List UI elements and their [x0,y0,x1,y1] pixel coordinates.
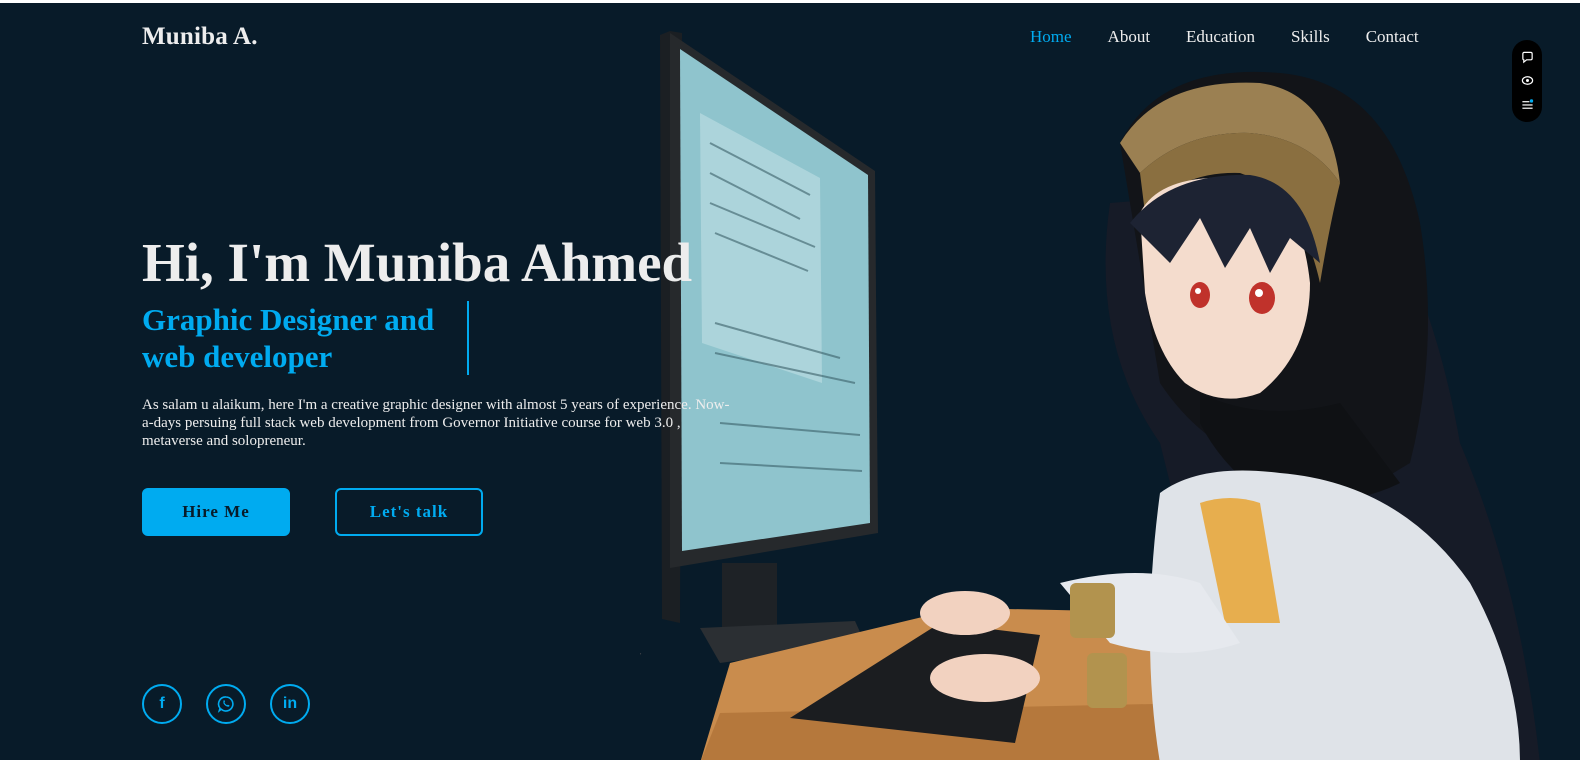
hero-subtitle-line1: Graphic Designer and [142,302,435,337]
site-logo[interactable]: Muniba A. [142,23,258,51]
chat-bubble-icon[interactable] [1519,50,1535,66]
main-nav: Home About Education Skills Contact [1030,27,1455,47]
facebook-link[interactable]: f [142,684,182,724]
nav-contact[interactable]: Contact [1366,27,1419,47]
list-settings-icon[interactable] [1519,96,1535,112]
linkedin-link[interactable]: in [270,684,310,724]
subtitle-cursor-divider [467,301,469,375]
hero-description: As salam u alaikum, here I'm a creative … [142,397,730,449]
floating-toolbar [1512,40,1542,122]
hero-title: Hi, I'm Muniba Ahmed [142,232,693,293]
nav-home[interactable]: Home [1030,27,1072,47]
nav-about[interactable]: About [1108,27,1151,47]
hero-subtitle: Graphic Designer and web developer [142,301,462,375]
portfolio-page: Muniba A. Home About Education Skills Co… [0,3,1580,760]
whatsapp-link[interactable] [206,684,246,724]
whatsapp-icon [217,696,234,713]
lets-talk-button[interactable]: Let's talk [335,488,483,536]
hero-subtitle-line2: web developer [142,339,333,374]
facebook-icon: f [159,695,165,712]
linkedin-icon: in [282,695,298,712]
nav-education[interactable]: Education [1186,27,1255,47]
nav-skills[interactable]: Skills [1291,27,1330,47]
hire-me-button[interactable]: Hire Me [142,488,290,536]
hero-illustration [640,31,1540,760]
eye-icon[interactable] [1519,73,1535,89]
